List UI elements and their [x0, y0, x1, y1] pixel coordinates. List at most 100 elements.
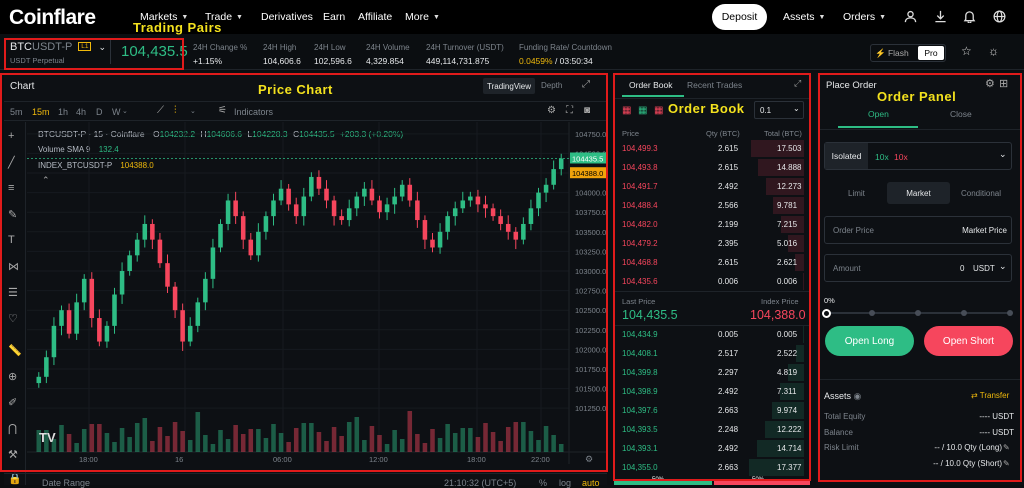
text-icon[interactable]: T [8, 234, 15, 246]
tab-recent-trades[interactable]: Recent Trades [687, 80, 742, 90]
candle-body[interactable] [218, 223, 223, 248]
candle-body[interactable] [248, 239, 254, 256]
sun-icon[interactable]: ☼ [988, 44, 999, 58]
log-scale-button[interactable]: log [559, 478, 571, 488]
interval-1h[interactable]: 1h [58, 107, 68, 117]
tab-order-book[interactable]: Order Book [629, 80, 672, 90]
candle-body[interactable] [399, 184, 405, 197]
settings-icon[interactable]: ⚙ [547, 105, 556, 116]
expand-icon[interactable]: ⤢ [794, 78, 801, 89]
candle-body[interactable] [150, 223, 155, 240]
bid-row[interactable]: 104,408.1 2.517 2.522 [614, 344, 804, 363]
candle-body[interactable] [415, 200, 420, 221]
precision-select[interactable]: 0.1 ⌄ [754, 101, 804, 119]
star-icon[interactable]: ☆ [961, 44, 972, 58]
candle-body[interactable] [377, 200, 382, 213]
bid-row[interactable]: 104,393.1 2.492 14.714 [614, 439, 804, 458]
chevron-down-icon[interactable]: ⌄ [190, 107, 196, 115]
candle-body[interactable] [104, 325, 110, 342]
candle-body[interactable] [422, 220, 428, 240]
candle-body[interactable] [505, 223, 511, 232]
slider-step[interactable] [961, 310, 967, 316]
candle-body[interactable] [301, 196, 307, 217]
candle-body[interactable] [437, 231, 443, 248]
nav-orders[interactable]: Orders ▼ [843, 11, 886, 23]
amount-field[interactable]: Amount 0 USDT ⌄ [824, 254, 1012, 282]
ask-row[interactable]: 104,499.3 2.615 17.503 [614, 139, 804, 158]
candle-body[interactable] [354, 196, 360, 209]
ask-row[interactable]: 104,468.8 2.615 2.621 [614, 253, 804, 272]
bid-row[interactable]: 104,434.9 0.005 0.005 [614, 325, 804, 344]
nav-more[interactable]: More ▼ [405, 11, 440, 23]
bid-row[interactable]: 104,393.5 2.248 12.222 [614, 420, 804, 439]
magnet-icon[interactable]: ⋂ [8, 422, 17, 435]
settings-icon[interactable]: ⚙ [985, 77, 995, 90]
chevron-down-icon[interactable]: ⌄ [122, 107, 128, 115]
fullscreen-icon[interactable]: ⛶ [566, 105, 573, 116]
candle-body[interactable] [89, 278, 95, 319]
candle-body[interactable] [316, 176, 322, 189]
candle-body[interactable] [172, 286, 178, 311]
candle-body[interactable] [165, 263, 170, 287]
candle-body[interactable] [551, 169, 556, 185]
download-icon[interactable] [933, 9, 947, 23]
candle-body[interactable] [392, 196, 397, 205]
pro-mode-button[interactable]: Pro [918, 46, 944, 60]
candle-body[interactable] [543, 184, 549, 193]
candle-body[interactable] [271, 200, 276, 217]
line-chart-icon[interactable]: ⟋ [157, 105, 164, 116]
deposit-button[interactable]: Deposit [712, 4, 767, 30]
candle-body[interactable] [36, 376, 42, 384]
slider-step[interactable] [869, 310, 875, 316]
candle-body[interactable] [240, 216, 246, 240]
edit-icon[interactable]: ✎ [1003, 459, 1010, 468]
ask-row[interactable]: 104,479.2 2.395 5.016 [614, 234, 804, 253]
candle-body[interactable] [498, 216, 503, 224]
open-long-button[interactable]: Open Long [825, 326, 914, 356]
interval-d[interactable]: D [96, 107, 103, 117]
candle-body[interactable] [293, 204, 299, 217]
candle-body[interactable] [180, 310, 185, 342]
candle-body[interactable] [483, 204, 488, 209]
price-chart-canvas[interactable]: 104750.0104500.0104250.0104000.0103750.0… [27, 122, 607, 464]
candle-body[interactable] [81, 278, 87, 303]
crosshair-icon[interactable]: + [8, 130, 14, 142]
transfer-link[interactable]: ⇄ Transfer [971, 391, 1009, 400]
indicators-button[interactable]: Indicators [234, 107, 273, 117]
ask-row[interactable]: 104,488.4 2.566 9.781 [614, 196, 804, 215]
candle-body[interactable] [286, 188, 291, 205]
candle-body[interactable] [331, 200, 337, 217]
order-type-limit[interactable]: Limit [848, 189, 865, 198]
bid-row[interactable]: 104,355.0 2.663 17.377 [614, 458, 804, 477]
ask-row[interactable]: 104,491.7 2.492 12.273 [614, 177, 804, 196]
nav-assets[interactable]: Assets ▼ [783, 11, 825, 23]
interval-15m[interactable]: 15m [32, 107, 50, 117]
candle-body[interactable] [528, 208, 534, 224]
interval-4h[interactable]: 4h [76, 107, 86, 117]
candle-body[interactable] [225, 200, 231, 224]
candle-body[interactable] [97, 318, 102, 342]
ask-row[interactable]: 104,435.6 0.006 0.006 [614, 272, 804, 291]
candle-body[interactable] [513, 231, 519, 240]
candle-body[interactable] [339, 216, 344, 221]
candle-body[interactable] [309, 176, 314, 197]
nav-affiliate[interactable]: Affiliate [358, 11, 392, 23]
candle-body[interactable] [59, 310, 64, 326]
tab-tradingview[interactable]: TradingView [483, 78, 536, 94]
candle-body[interactable] [278, 188, 284, 201]
candle-body[interactable] [362, 188, 367, 197]
candle-body[interactable] [195, 302, 201, 326]
candle-body[interactable] [475, 196, 481, 205]
brush-icon[interactable]: ✎ [8, 208, 17, 221]
candle-icon[interactable]: ⫶ [174, 105, 177, 116]
candle-body[interactable] [203, 278, 208, 303]
ask-row[interactable]: 104,493.8 2.615 14.888 [614, 158, 804, 177]
candle-body[interactable] [369, 188, 375, 201]
tab-depth[interactable]: Depth [541, 81, 562, 90]
nav-derivatives[interactable]: Derivatives [261, 11, 313, 23]
view-both-icon[interactable]: ▦ [622, 105, 631, 116]
candle-body[interactable] [536, 192, 541, 209]
candle-body[interactable] [468, 196, 473, 201]
candle-body[interactable] [187, 325, 193, 342]
open-short-button[interactable]: Open Short [924, 326, 1013, 356]
